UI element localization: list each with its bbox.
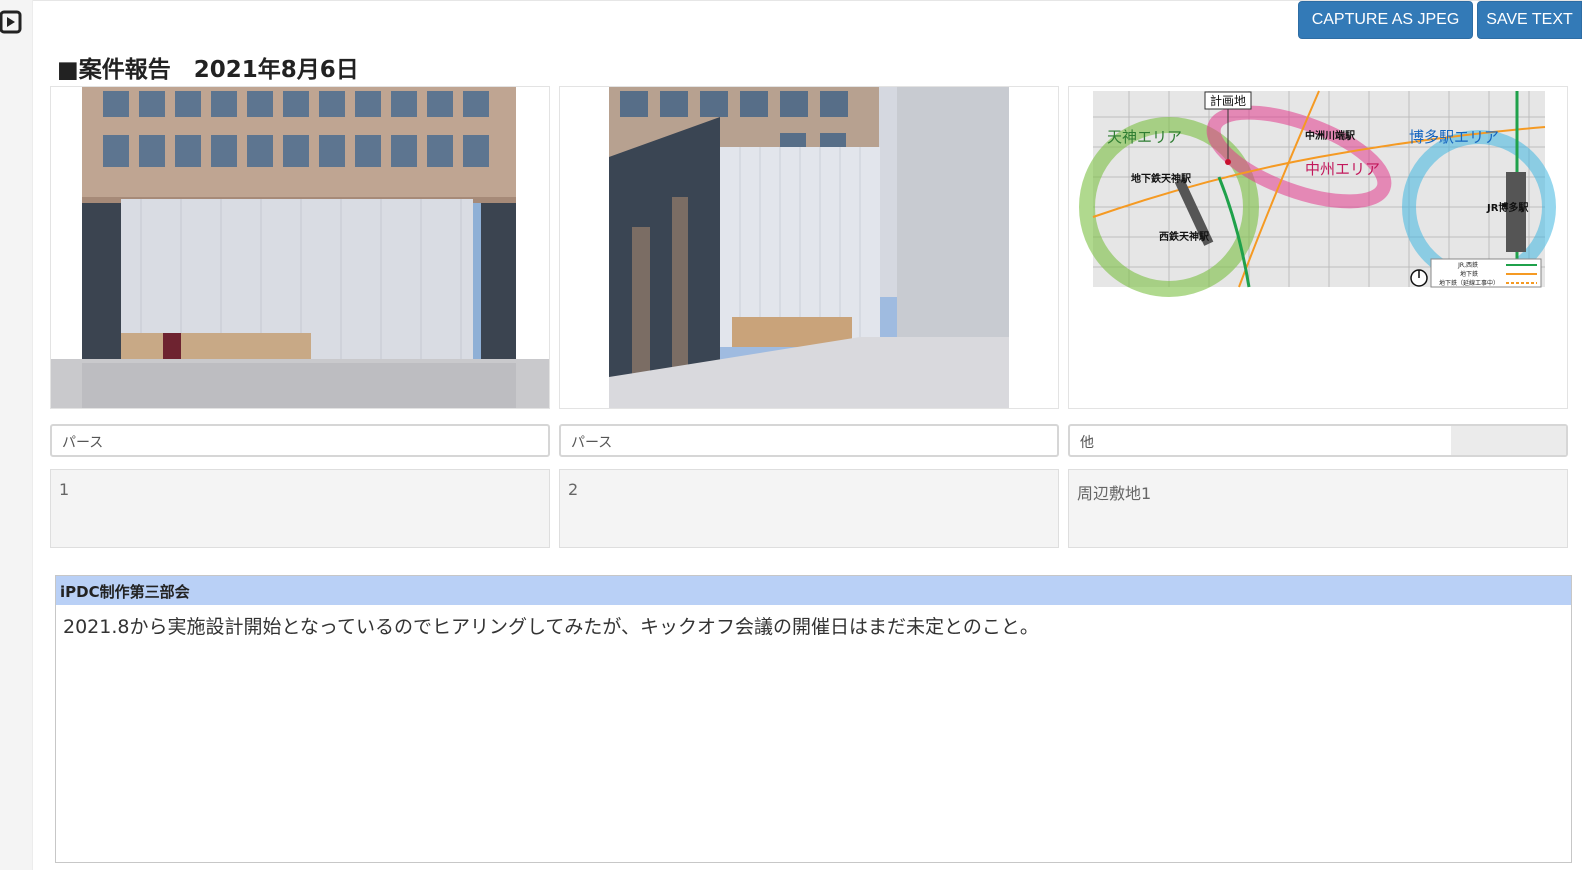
map-station-nishitetsu-tenjin: 西鉄天神駅: [1159, 230, 1210, 243]
legend-jr: JR,西鉄: [1457, 261, 1478, 269]
caption-field-1[interactable]: パース: [50, 424, 550, 457]
map-station-nakasukawabata: 中洲川端駅: [1305, 129, 1356, 142]
legend-subway-extension: 地下鉄（延線工事中）: [1439, 279, 1499, 287]
area-map-image: 計画地 天神エリア 中州エリア 博多駅エリア 中洲川端駅 地下鉄天神駅 西鉄天神…: [1069, 87, 1567, 408]
note-field-2[interactable]: 2: [559, 469, 1059, 548]
note-field-1[interactable]: 1: [50, 469, 550, 548]
map-site-label: 計画地: [1210, 93, 1246, 108]
left-sidebar: [0, 0, 33, 870]
caption-value-1: パース: [62, 435, 104, 451]
caption-field-3[interactable]: 他: [1068, 424, 1568, 457]
comment-panel: iPDC制作第三部会 2021.8から実施設計開始となっているのでヒアリングして…: [55, 575, 1572, 863]
caption-value-3: 他: [1080, 435, 1094, 451]
legend-subway: 地下鉄: [1460, 270, 1478, 278]
save-text-button[interactable]: SAVE TEXT: [1477, 1, 1582, 39]
building-facade-image: [51, 87, 549, 408]
caption-field-2[interactable]: パース: [559, 424, 1059, 457]
image-card-2[interactable]: [559, 86, 1059, 409]
comment-text[interactable]: 2021.8から実施設計開始となっているのでヒアリングしてみたが、キックオフ会議…: [56, 605, 1571, 646]
page-title: ■案件報告 2021年8月6日: [57, 57, 359, 83]
capture-as-jpeg-button[interactable]: CAPTURE AS JPEG: [1298, 1, 1473, 39]
caption-value-2: パース: [571, 435, 613, 451]
image-card-3[interactable]: 計画地 天神エリア 中州エリア 博多駅エリア 中洲川端駅 地下鉄天神駅 西鉄天神…: [1068, 86, 1568, 409]
map-station-subway-tenjin: 地下鉄天神駅: [1131, 172, 1192, 185]
map-area-nakasu: 中州エリア: [1305, 160, 1380, 178]
map-area-tenjin: 天神エリア: [1107, 128, 1182, 146]
building-perspective-image: [560, 87, 1058, 408]
map-area-hakata: 博多駅エリア: [1409, 128, 1499, 146]
caption-field-3-dropdown[interactable]: [1451, 426, 1566, 455]
play-icon[interactable]: [0, 10, 22, 34]
map-station-jr-hakata: JR博多駅: [1486, 201, 1529, 214]
note-field-3[interactable]: 周辺敷地1: [1068, 469, 1568, 548]
image-card-1[interactable]: [50, 86, 550, 409]
comment-author: iPDC制作第三部会: [56, 576, 1571, 605]
